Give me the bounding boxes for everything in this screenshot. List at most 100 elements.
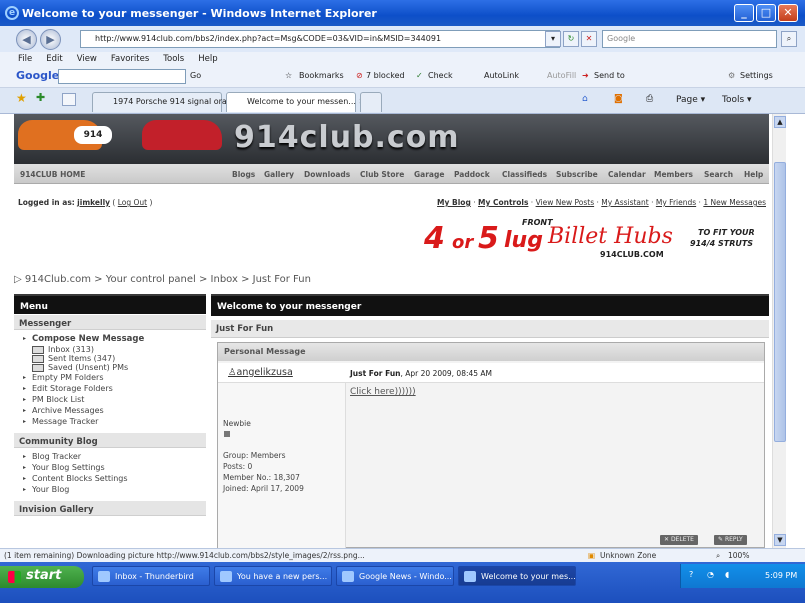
- search-icon[interactable]: ⌕: [781, 31, 797, 47]
- sidebar-item-content-blocks[interactable]: Content Blocks Settings: [14, 473, 206, 484]
- nav-classifieds[interactable]: Classifieds: [502, 170, 547, 179]
- author-member-no: Member No.: 18,307: [223, 473, 300, 482]
- breadcrumb: ▷ 914Club.com > Your control panel > Inb…: [14, 274, 311, 285]
- menu-edit[interactable]: Edit: [46, 54, 62, 64]
- rss-feed-icon[interactable]: ◙: [614, 94, 623, 104]
- autofill-button[interactable]: AutoFill: [547, 71, 576, 80]
- billet-hubs-ad[interactable]: 4 or 5 lug FRONT Billet Hubs 914CLUB.COM…: [420, 216, 762, 260]
- vertical-scrollbar[interactable]: ▲ ▼: [772, 114, 786, 548]
- sidebar-item-edit-folders[interactable]: Edit Storage Folders: [14, 383, 206, 394]
- start-button[interactable]: start: [0, 566, 84, 588]
- menu-view[interactable]: View: [77, 54, 97, 64]
- taskbar: start Inbox - Thunderbird You have a new…: [0, 562, 805, 603]
- my-blog-link[interactable]: My Blog: [437, 198, 471, 207]
- home-icon[interactable]: ⌂: [582, 94, 588, 104]
- my-assistant-link[interactable]: My Assistant: [601, 198, 648, 207]
- volume-tray-icon[interactable]: ◖: [725, 570, 729, 579]
- sidebar-folder-inbox[interactable]: Inbox (313): [14, 345, 206, 354]
- blocked-count[interactable]: 7 blocked: [366, 71, 405, 80]
- bookmarks-button[interactable]: Bookmarks: [299, 71, 344, 80]
- forward-button[interactable]: ▶: [40, 29, 61, 50]
- star-icon[interactable]: ☆: [285, 71, 292, 80]
- quick-tabs-icon[interactable]: [62, 93, 76, 106]
- task-new-pm[interactable]: You have a new pers...: [214, 566, 332, 586]
- sidebar-item-compose[interactable]: Compose New Message: [14, 333, 206, 345]
- sidebar-item-your-blog[interactable]: Your Blog: [14, 484, 206, 495]
- nav-calendar[interactable]: Calendar: [608, 170, 646, 179]
- stop-icon[interactable]: ✕: [581, 31, 597, 47]
- tab-porsche[interactable]: 1974 Porsche 914 signal ora...: [92, 92, 234, 112]
- sidebar-item-empty-folders[interactable]: Empty PM Folders: [14, 372, 206, 383]
- tools-menu[interactable]: Tools ▾: [722, 95, 752, 105]
- scroll-thumb[interactable]: [774, 162, 786, 442]
- autolink-button[interactable]: AutoLink: [484, 71, 519, 80]
- nav-downloads[interactable]: Downloads: [304, 170, 350, 179]
- menu-tools[interactable]: Tools: [163, 54, 184, 64]
- menu-favorites[interactable]: Favorites: [111, 54, 149, 64]
- nav-club-store[interactable]: Club Store: [360, 170, 404, 179]
- back-button[interactable]: ◀: [16, 29, 37, 50]
- refresh-icon[interactable]: ↻: [563, 31, 579, 47]
- clock[interactable]: 5:09 PM: [765, 571, 797, 580]
- my-controls-link[interactable]: My Controls: [478, 198, 528, 207]
- reply-button[interactable]: ✎ REPLY: [714, 535, 747, 545]
- add-favorites-icon[interactable]: ✚: [36, 91, 45, 104]
- settings-button[interactable]: Settings: [740, 71, 773, 80]
- rank-pip-icon: [224, 431, 230, 437]
- nav-subscribe[interactable]: Subscribe: [556, 170, 598, 179]
- nav-garage[interactable]: Garage: [414, 170, 444, 179]
- task-thunderbird[interactable]: Inbox - Thunderbird: [92, 566, 210, 586]
- sidebar-item-tracker[interactable]: Message Tracker: [14, 416, 206, 427]
- page-menu[interactable]: Page ▾: [676, 95, 705, 105]
- sidebar-item-block-list[interactable]: PM Block List: [14, 394, 206, 405]
- username-link[interactable]: jimkelly: [77, 198, 110, 207]
- nav-gallery[interactable]: Gallery: [264, 170, 294, 179]
- sidebar-item-archive[interactable]: Archive Messages: [14, 405, 206, 416]
- logout-link[interactable]: Log Out: [118, 198, 147, 207]
- address-input[interactable]: http://www.914club.com/bbs2/index.php?ac…: [80, 30, 560, 48]
- google-search-input[interactable]: [58, 69, 186, 84]
- nav-search[interactable]: Search: [704, 170, 733, 179]
- sidebar-folder-saved[interactable]: Saved (Unsent) PMs: [14, 363, 206, 372]
- nav-paddock[interactable]: Paddock: [454, 170, 490, 179]
- favorites-star-icon[interactable]: ★: [16, 91, 27, 105]
- scroll-down-icon[interactable]: ▼: [774, 534, 786, 546]
- network-tray-icon[interactable]: ◔: [707, 570, 714, 579]
- address-dropdown-icon[interactable]: ▾: [545, 31, 561, 47]
- site-logo[interactable]: 914club.com: [234, 120, 460, 155]
- help-tray-icon[interactable]: ?: [689, 570, 693, 579]
- menu-file[interactable]: File: [18, 54, 32, 64]
- nav-help[interactable]: Help: [744, 170, 763, 179]
- search-input[interactable]: Google: [602, 30, 777, 48]
- tab-messenger[interactable]: Welcome to your messen... ✕: [226, 92, 365, 112]
- nav-home[interactable]: 914CLUB HOME: [20, 170, 85, 179]
- nav-blogs[interactable]: Blogs: [232, 170, 255, 179]
- menu-help[interactable]: Help: [198, 54, 217, 64]
- close-button[interactable]: ✕: [778, 4, 798, 22]
- view-new-posts-link[interactable]: View New Posts: [536, 198, 595, 207]
- message-body-link[interactable]: Click here)))))): [350, 387, 416, 397]
- minimize-button[interactable]: _: [734, 4, 754, 22]
- sidebar-item-blog-settings[interactable]: Your Blog Settings: [14, 462, 206, 473]
- tools-menu-label: Tools: [722, 95, 745, 105]
- delete-button[interactable]: ✕ DELETE: [660, 535, 698, 545]
- breadcrumb-text[interactable]: 914Club.com > Your control panel > Inbox…: [25, 274, 311, 285]
- author-link[interactable]: ♙angelikzusa: [228, 367, 293, 378]
- task-messenger[interactable]: Welcome to your mes...: [458, 566, 576, 586]
- scroll-up-icon[interactable]: ▲: [774, 116, 786, 128]
- nav-members[interactable]: Members: [654, 170, 693, 179]
- new-tab-button[interactable]: [360, 92, 382, 112]
- maximize-button[interactable]: □: [756, 4, 776, 22]
- sidebar-item-blog-tracker[interactable]: Blog Tracker: [14, 451, 206, 462]
- send-to-button[interactable]: Send to: [594, 71, 625, 80]
- zoom-level[interactable]: 100%: [728, 551, 749, 560]
- new-messages-link[interactable]: 1 New Messages: [703, 198, 766, 207]
- print-icon[interactable]: ⎙: [646, 94, 653, 104]
- message-subheader: Just For Fun: [211, 320, 769, 338]
- sidebar-folder-sent[interactable]: Sent Items (347): [14, 354, 206, 363]
- google-go-button[interactable]: Go: [190, 71, 201, 80]
- my-friends-link[interactable]: My Friends: [656, 198, 696, 207]
- ie-icon: [342, 571, 354, 582]
- task-google-news[interactable]: Google News - Windo...: [336, 566, 454, 586]
- check-button[interactable]: Check: [428, 71, 453, 80]
